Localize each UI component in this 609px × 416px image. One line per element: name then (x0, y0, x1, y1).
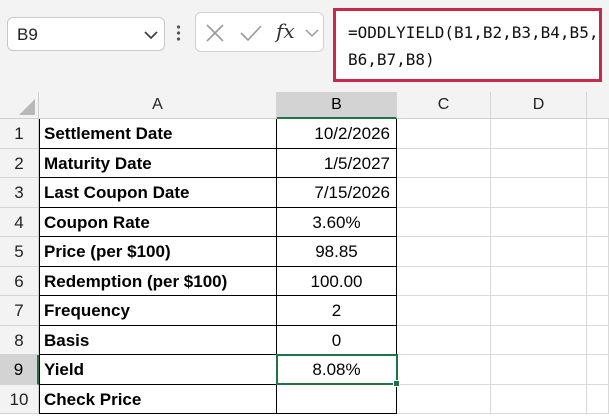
cell-b8[interactable]: 0 (277, 325, 397, 355)
cell-c1[interactable] (397, 119, 491, 149)
row-header-8[interactable]: 8 (0, 325, 39, 355)
cell-a4[interactable]: Coupon Rate (39, 207, 277, 237)
cell-a2[interactable]: Maturity Date (39, 148, 277, 178)
row-header-4[interactable]: 4 (0, 207, 39, 237)
row-header-6[interactable]: 6 (0, 266, 39, 296)
cell-e10[interactable] (587, 384, 609, 414)
name-box[interactable]: B9 (7, 17, 165, 51)
row-header-7[interactable]: 7 (0, 296, 39, 326)
cell-e1[interactable] (587, 119, 609, 149)
cell-a6[interactable]: Redemption (per $100) (39, 266, 277, 296)
more-options-icon[interactable] (176, 24, 181, 42)
cell-c8[interactable] (397, 325, 491, 355)
cell-d1[interactable] (491, 119, 587, 149)
cell-d8[interactable] (491, 325, 587, 355)
spreadsheet-grid: A B C D 1 Settlement Date 10/2/2026 2 Maturi… (0, 92, 609, 416)
cell-c6[interactable] (397, 266, 491, 296)
cell-e5[interactable] (587, 237, 609, 267)
column-header-e[interactable] (587, 92, 609, 119)
cell-b6[interactable]: 100.00 (277, 266, 397, 296)
cell-a1[interactable]: Settlement Date (39, 119, 277, 149)
cell-e7[interactable] (587, 296, 609, 326)
cell-b7[interactable]: 2 (277, 296, 397, 326)
row-header-1[interactable]: 1 (0, 119, 39, 149)
cell-d7[interactable] (491, 296, 587, 326)
active-cell-border (276, 354, 398, 385)
cell-d10[interactable] (491, 384, 587, 414)
cell-c3[interactable] (397, 178, 491, 208)
select-all-icon (19, 99, 35, 115)
cell-b2[interactable]: 1/5/2027 (277, 148, 397, 178)
column-header-b[interactable]: B (277, 92, 397, 119)
formula-bar-area: B9 fx =ODDLYIELD(B1,B2,B3,B4,B5,B6,B7,B8… (0, 0, 609, 92)
cell-c2[interactable] (397, 148, 491, 178)
cell-d4[interactable] (491, 207, 587, 237)
cell-d3[interactable] (491, 178, 587, 208)
cell-e9[interactable] (587, 355, 609, 385)
cell-c10[interactable] (397, 384, 491, 414)
cell-a8[interactable]: Basis (39, 325, 277, 355)
cell-b10[interactable] (277, 384, 397, 414)
cell-e8[interactable] (587, 325, 609, 355)
cell-b3[interactable]: 7/15/2026 (277, 178, 397, 208)
row-header-2[interactable]: 2 (0, 148, 39, 178)
cell-d9[interactable] (491, 355, 587, 385)
chevron-down-icon[interactable] (142, 26, 160, 44)
check-icon[interactable] (239, 23, 263, 43)
name-box-value: B9 (17, 25, 38, 44)
formula-controls: fx (195, 12, 324, 52)
cell-a7[interactable]: Frequency (39, 296, 277, 326)
column-header-c[interactable]: C (397, 92, 491, 119)
fill-handle[interactable] (393, 379, 400, 387)
cell-d2[interactable] (491, 148, 587, 178)
row-header-3[interactable]: 3 (0, 178, 39, 208)
cell-a10[interactable]: Check Price (39, 384, 277, 414)
cell-c4[interactable] (397, 207, 491, 237)
cell-c7[interactable] (397, 296, 491, 326)
cell-b5[interactable]: 98.85 (277, 237, 397, 267)
row-header-9[interactable]: 9 (0, 355, 39, 385)
select-all-button[interactable] (0, 92, 39, 119)
formula-input[interactable]: =ODDLYIELD(B1,B2,B3,B4,B5,B6,B7,B8) (333, 8, 602, 82)
chevron-down-icon[interactable] (304, 25, 320, 41)
row-header-5[interactable]: 5 (0, 237, 39, 267)
column-header-a[interactable]: A (39, 92, 277, 119)
cell-d6[interactable] (491, 266, 587, 296)
cell-d5[interactable] (491, 237, 587, 267)
fx-icon[interactable]: fx (276, 19, 295, 43)
x-icon[interactable] (205, 23, 225, 43)
cell-b1[interactable]: 10/2/2026 (277, 119, 397, 149)
row-header-10[interactable]: 10 (0, 384, 39, 414)
cell-c9[interactable] (397, 355, 491, 385)
cell-c5[interactable] (397, 237, 491, 267)
cell-e2[interactable] (587, 148, 609, 178)
column-header-d[interactable]: D (491, 92, 587, 119)
cell-e3[interactable] (587, 178, 609, 208)
cell-b4[interactable]: 3.60% (277, 207, 397, 237)
cell-e4[interactable] (587, 207, 609, 237)
cell-a5[interactable]: Price (per $100) (39, 237, 277, 267)
cell-e6[interactable] (587, 266, 609, 296)
cell-a3[interactable]: Last Coupon Date (39, 178, 277, 208)
cell-a9[interactable]: Yield (39, 355, 277, 385)
